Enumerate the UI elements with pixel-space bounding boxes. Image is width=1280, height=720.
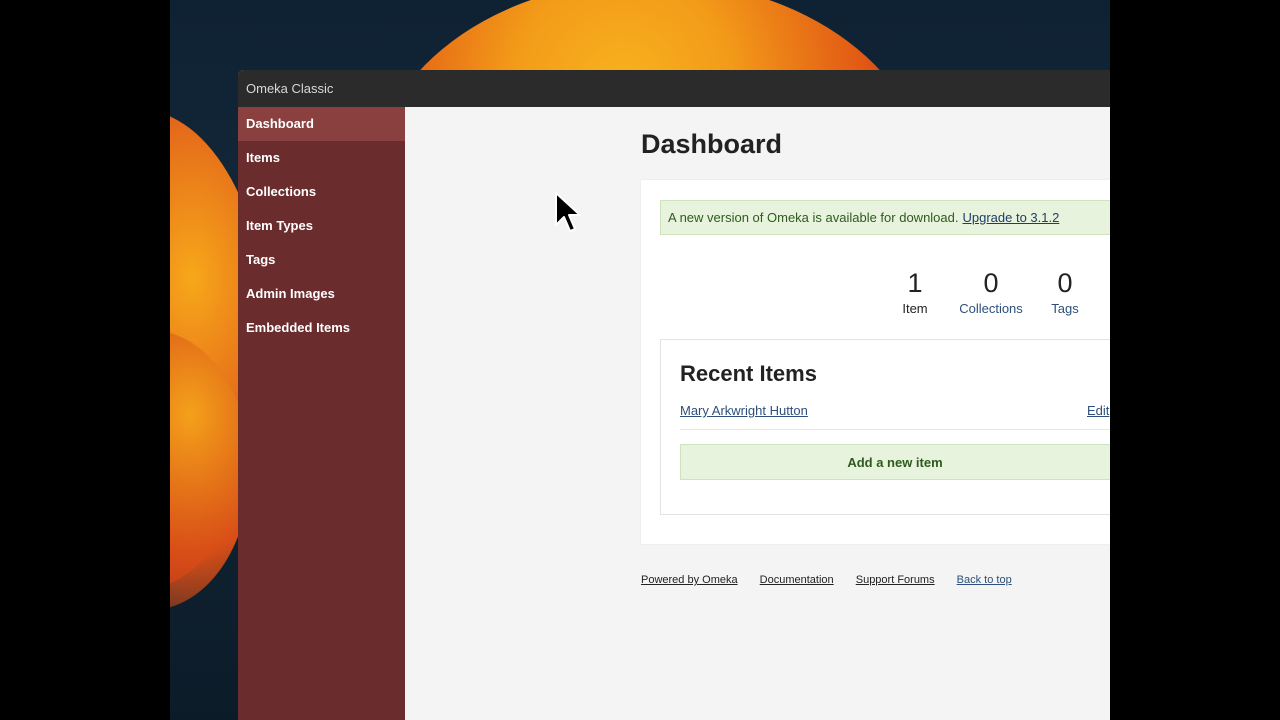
update-notice: A new version of Omeka is available for … bbox=[660, 200, 1110, 235]
footer-link-documentation[interactable]: Documentation bbox=[760, 574, 834, 586]
divider bbox=[680, 429, 1110, 430]
stat-items-label: Item bbox=[902, 301, 928, 316]
update-notice-text: A new version of Omeka is available for … bbox=[668, 210, 959, 225]
dashboard-panel: A new version of Omeka is available for … bbox=[641, 180, 1110, 544]
recent-item-edit-link[interactable]: Edit bbox=[1087, 403, 1109, 418]
sidebar-item-embedded-items[interactable]: Embedded Items bbox=[238, 311, 405, 345]
footer-link-powered-by[interactable]: Powered by Omeka bbox=[641, 574, 738, 586]
sidebar-item-item-types[interactable]: Item Types bbox=[238, 209, 405, 243]
app-window: Omeka Classic Dashboard Items Collection… bbox=[238, 70, 1110, 720]
recent-item-link[interactable]: Mary Arkwright Hutton bbox=[680, 403, 808, 418]
upgrade-link[interactable]: Upgrade to 3.1.2 bbox=[963, 210, 1060, 225]
sidebar: Dashboard Items Collections Item Types T… bbox=[238, 107, 405, 720]
stat-tags-count: 0 bbox=[1057, 268, 1073, 298]
recent-items-heading: Recent Items bbox=[680, 361, 817, 386]
mouse-pointer-icon bbox=[555, 192, 581, 232]
stat-collections-label[interactable]: Collections bbox=[951, 301, 1031, 316]
sidebar-item-items[interactable]: Items bbox=[238, 141, 405, 175]
stat-collections-count: 0 bbox=[983, 268, 999, 298]
main-content: Dashboard A new version of Omeka is avai… bbox=[405, 107, 1110, 720]
footer-link-support-forums[interactable]: Support Forums bbox=[856, 574, 935, 586]
stat-items-count: 1 bbox=[907, 268, 923, 298]
page-title: Dashboard bbox=[641, 129, 783, 159]
footer: Powered by Omeka Documentation Support F… bbox=[641, 574, 1031, 586]
footer-link-back-to-top[interactable]: Back to top bbox=[957, 574, 1012, 586]
sidebar-item-admin-images[interactable]: Admin Images bbox=[238, 277, 405, 311]
sidebar-item-dashboard[interactable]: Dashboard bbox=[238, 107, 405, 141]
stats-row: 1 Item 0 Collections 0 Tags bbox=[641, 268, 1110, 328]
window-titlebar[interactable]: Omeka Classic bbox=[238, 70, 1110, 107]
sidebar-item-tags[interactable]: Tags bbox=[238, 243, 405, 277]
stat-tags[interactable]: 0 Tags bbox=[1039, 268, 1091, 316]
recent-items-section: Recent Items Mary Arkwright Hutton Edit … bbox=[660, 339, 1110, 515]
sidebar-item-collections[interactable]: Collections bbox=[238, 175, 405, 209]
stat-collections[interactable]: 0 Collections bbox=[951, 268, 1031, 316]
stat-tags-label[interactable]: Tags bbox=[1039, 301, 1091, 316]
stat-items[interactable]: 1 Item bbox=[884, 268, 946, 316]
add-new-item-button[interactable]: Add a new item bbox=[680, 444, 1110, 480]
window-title: Omeka Classic bbox=[246, 81, 334, 96]
